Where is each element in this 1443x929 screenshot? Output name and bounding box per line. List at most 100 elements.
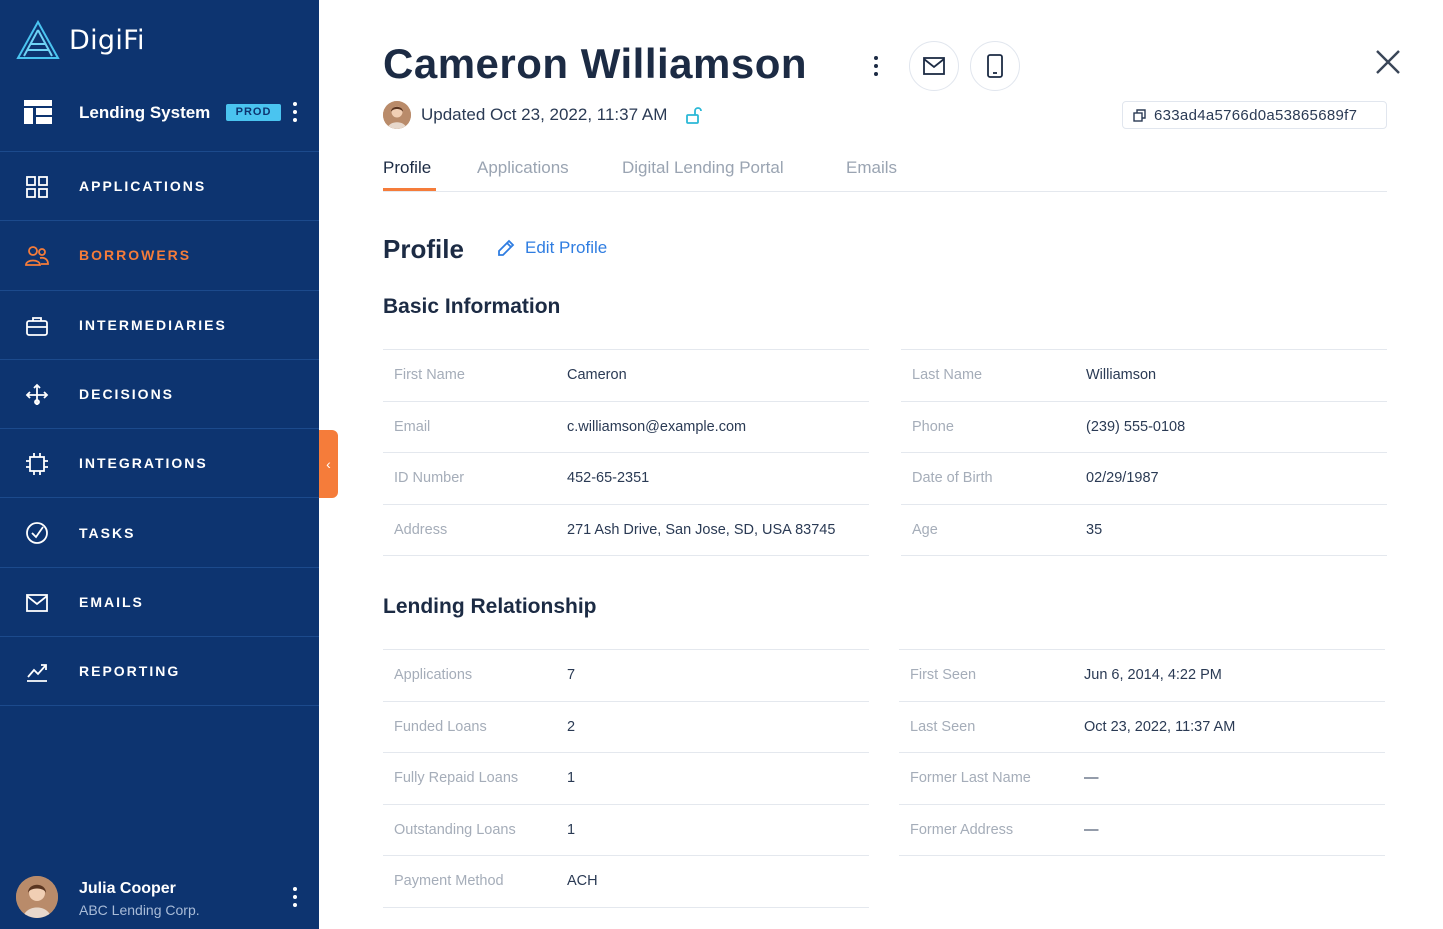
table-row: Former Last Name — [899, 753, 1385, 805]
basic-info-right-table: Last Name Williamson Phone (239) 555-0108 … [901, 349, 1387, 557]
field-label: First Seen [910, 667, 977, 683]
table-row: Former Address — [899, 805, 1385, 857]
mail-icon [923, 57, 945, 75]
field-label: Address [394, 521, 448, 538]
field-label: Fully Repaid Loans [394, 770, 519, 787]
table-row: Date of Birth 02/29/1987 [901, 453, 1387, 505]
field-label: Age [912, 521, 938, 538]
nav-item-intermediaries[interactable]: INTERMEDIARIES [0, 291, 319, 360]
more-actions-icon[interactable] [873, 56, 879, 76]
lending-relationship-title: Lending Relationship [383, 595, 597, 618]
sidebar: DigiFi Lending System PROD APPLICATIONS … [0, 0, 319, 929]
user-organization: ABC Lending Corp. [79, 902, 200, 918]
borrower-id-copy[interactable]: 633ad4a5766d0a53865689f7 [1122, 101, 1387, 129]
nav-item-decisions[interactable]: DECISIONS [0, 360, 319, 430]
table-row: Age 35 [901, 505, 1387, 557]
tab-applications[interactable]: Applications [477, 158, 569, 178]
field-value: 02/29/1987 [1086, 470, 1159, 487]
grid-icon [26, 176, 48, 198]
nav-label: TASKS [79, 524, 136, 541]
field-value: Cameron [567, 367, 627, 383]
briefcase-icon [26, 316, 48, 336]
field-label: Phone [912, 418, 954, 435]
basic-information-title: Basic Information [383, 295, 561, 318]
chart-line-icon [27, 664, 47, 682]
nav-label: DECISIONS [79, 386, 175, 403]
field-value: (239) 555-0108 [1086, 418, 1186, 435]
environment-badge: PROD [226, 104, 281, 121]
send-email-button[interactable] [909, 41, 959, 91]
tab-emails[interactable]: Emails [846, 158, 897, 178]
nav-item-integrations[interactable]: INTEGRATIONS [0, 429, 319, 499]
field-label: Last Seen [910, 718, 976, 735]
field-value: ACH [567, 873, 598, 890]
field-value: — [1084, 770, 1099, 787]
table-row: Outstanding Loans 1 [383, 805, 869, 857]
field-label: Former Address [910, 821, 1014, 838]
system-switcher[interactable]: Lending System PROD [0, 76, 319, 152]
table-row: Last Name Williamson [901, 350, 1387, 402]
table-row: Email c.williamson@example.com [383, 402, 869, 454]
table-row: Funded Loans 2 [383, 702, 869, 754]
user-name: Julia Cooper [79, 880, 176, 897]
borrower-id: 633ad4a5766d0a53865689f7 [1154, 106, 1358, 124]
close-icon[interactable] [1374, 48, 1402, 76]
field-value: 452-65-2351 [567, 470, 650, 487]
decision-arrows-icon [25, 383, 49, 405]
tab-digital-lending-portal[interactable]: Digital Lending Portal [622, 158, 784, 178]
unlock-icon[interactable] [685, 106, 703, 124]
system-menu-icon[interactable] [292, 102, 298, 122]
main-nav: APPLICATIONS BORROWERS INTERMEDIARIES DE… [0, 152, 319, 707]
mail-icon [26, 593, 48, 612]
field-value: Oct 23, 2022, 11:37 AM [1084, 718, 1236, 735]
basic-info-left-table: First Name Cameron Email c.williamson@exam… [383, 349, 869, 557]
field-label: Former Last Name [910, 770, 1031, 787]
user-menu-icon[interactable] [292, 887, 298, 907]
field-label: ID Number [394, 470, 465, 487]
system-name: Lending System [79, 103, 211, 122]
table-row: ID Number 452-65-2351 [383, 453, 869, 505]
nav-label: BORROWERS [79, 247, 192, 264]
field-value: 2 [567, 718, 576, 735]
field-label: Email [394, 418, 431, 435]
field-value: Jun 6, 2014, 4:22 PM [1084, 667, 1222, 683]
field-label: Last Name [912, 367, 983, 383]
nav-item-reporting[interactable]: REPORTING [0, 637, 319, 707]
nav-label: REPORTING [79, 663, 181, 680]
field-value: 1 [567, 770, 576, 787]
table-row: Fully Repaid Loans 1 [383, 753, 869, 805]
digifi-logo-icon [16, 20, 60, 59]
nav-item-applications[interactable]: APPLICATIONS [0, 152, 319, 222]
users-icon [25, 246, 49, 267]
nav-item-emails[interactable]: EMAILS [0, 568, 319, 638]
nav-item-borrowers[interactable]: BORROWERS [0, 221, 319, 291]
nav-label: INTEGRATIONS [79, 455, 208, 472]
table-row: Address 271 Ash Drive, San Jose, SD, USA … [383, 505, 869, 557]
table-row: Last Seen Oct 23, 2022, 11:37 AM [899, 702, 1385, 754]
user-profile[interactable]: Julia Cooper ABC Lending Corp. [0, 862, 319, 929]
table-row: Phone (239) 555-0108 [901, 402, 1387, 454]
lending-left-table: Applications 7 Funded Loans 2 Fully Repaid… [383, 649, 869, 908]
table-row: First Name Cameron [383, 350, 869, 402]
avatar [383, 101, 411, 129]
avatar [16, 876, 58, 918]
field-label: Payment Method [394, 873, 504, 890]
chip-icon [26, 453, 48, 476]
digifi-logo[interactable]: DigiFi [16, 20, 145, 60]
field-value: 271 Ash Drive, San Jose, SD, USA 83745 [567, 521, 836, 538]
field-value: c.williamson@example.com [567, 418, 747, 435]
sidebar-collapse-toggle[interactable]: ‹ [319, 430, 338, 498]
lending-right-table: First Seen Jun 6, 2014, 4:22 PM Last Seen… [899, 649, 1385, 857]
edit-profile-link[interactable]: Edit Profile [496, 238, 607, 258]
pencil-icon [498, 239, 515, 256]
field-value: Williamson [1086, 367, 1157, 383]
updated-timestamp: Updated Oct 23, 2022, 11:37 AM [421, 105, 668, 124]
field-label: Date of Birth [912, 470, 993, 487]
nav-item-tasks[interactable]: TASKS [0, 498, 319, 568]
phone-button[interactable] [970, 41, 1020, 91]
tab-profile[interactable]: Profile [383, 158, 431, 178]
app-name: DigiFi [69, 24, 145, 56]
nav-label: EMAILS [79, 593, 144, 610]
field-value: 35 [1086, 521, 1103, 538]
field-label: Applications [394, 667, 473, 683]
